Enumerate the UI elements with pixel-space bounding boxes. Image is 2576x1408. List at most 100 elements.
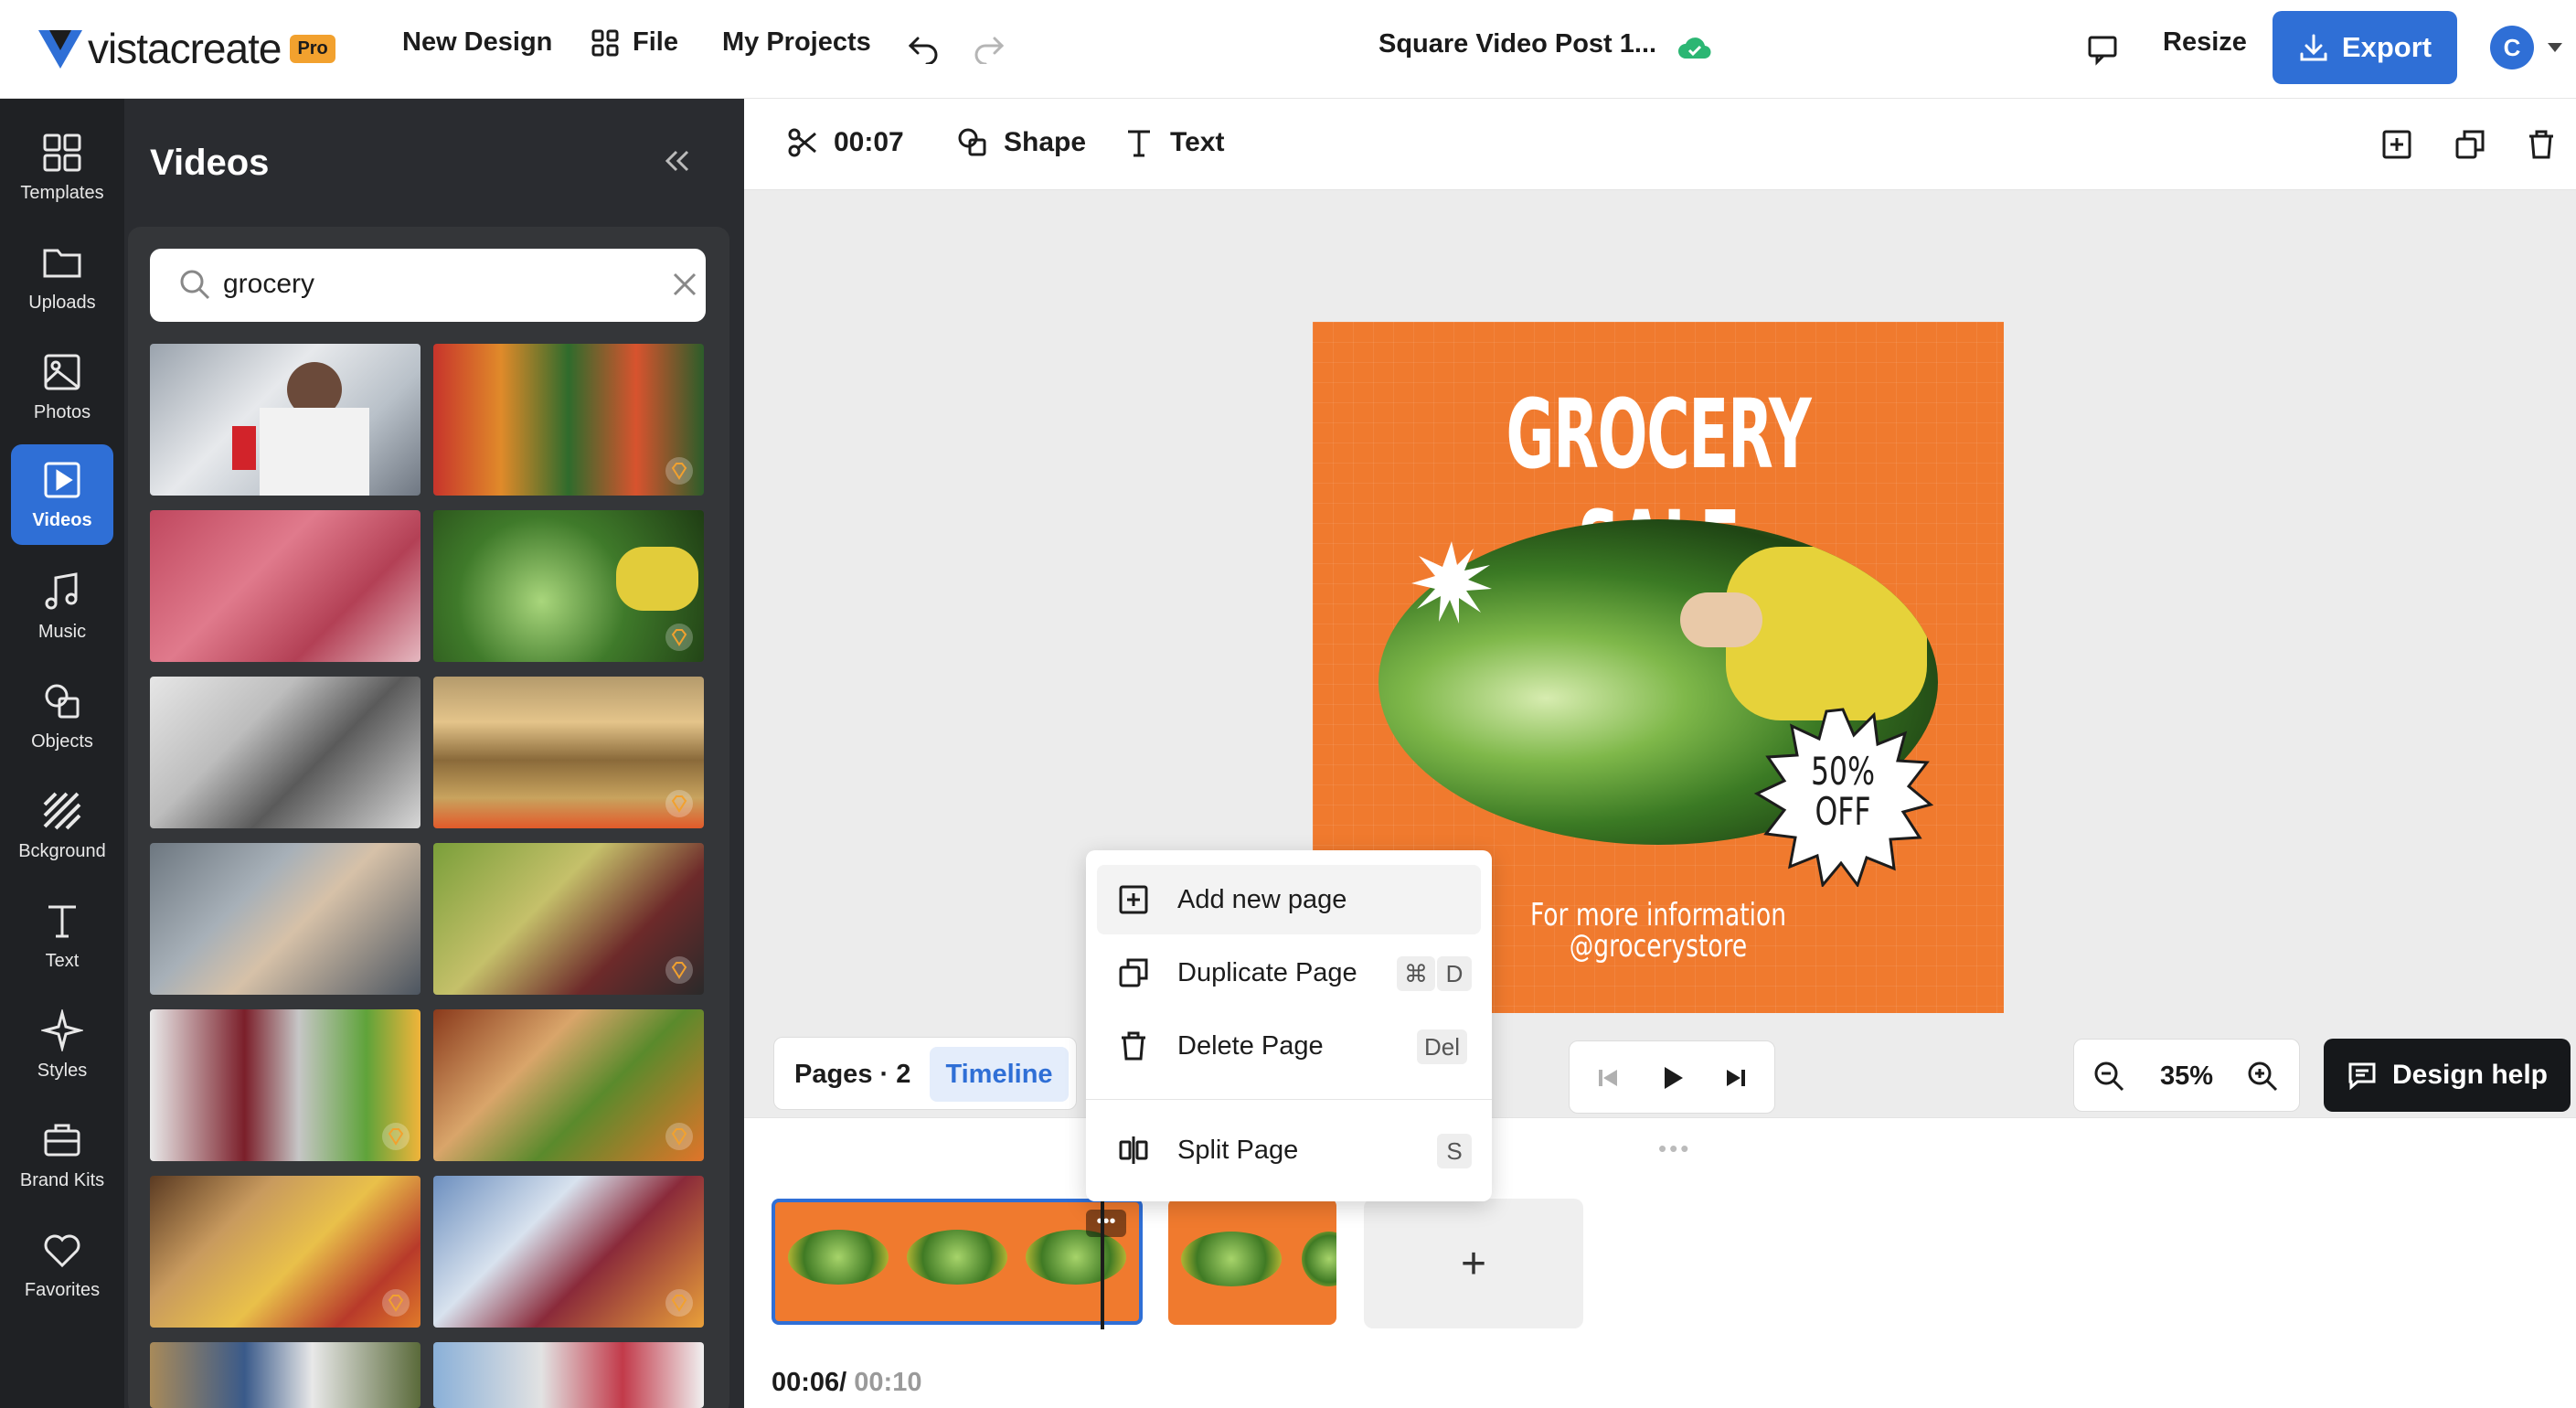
pages-toggle: Pages · 2 Timeline bbox=[773, 1037, 1077, 1110]
export-button[interactable]: Export bbox=[2273, 11, 2457, 84]
pages-tab[interactable]: Pages · 2 bbox=[794, 1060, 910, 1090]
new-design-menu[interactable]: New Design bbox=[402, 27, 552, 58]
my-projects-menu[interactable]: My Projects bbox=[722, 27, 871, 58]
trim-button[interactable]: 00:07 bbox=[786, 126, 904, 159]
play-icon[interactable] bbox=[1655, 1061, 1688, 1094]
video-thumbnail[interactable] bbox=[433, 344, 704, 496]
menu-duplicate-page[interactable]: Duplicate Page ⌘ D bbox=[1097, 938, 1481, 1008]
shape-button[interactable]: Shape bbox=[956, 126, 1086, 159]
rail-item-templates[interactable]: Templates bbox=[11, 117, 113, 218]
rail-label: Music bbox=[37, 621, 87, 642]
document-title[interactable]: Square Video Post 1... bbox=[1378, 29, 1656, 59]
add-page-icon bbox=[1119, 885, 1148, 914]
timeline-panel: ••• ••• + bbox=[744, 1117, 2576, 1408]
video-thumbnail[interactable] bbox=[433, 510, 704, 662]
add-page-icon[interactable] bbox=[2380, 128, 2413, 161]
rail-label: Templates bbox=[20, 182, 104, 203]
timeline-clip-2[interactable] bbox=[1168, 1199, 1336, 1325]
menu-label: Duplicate Page bbox=[1177, 957, 1357, 987]
video-thumbnail[interactable] bbox=[150, 344, 420, 496]
heart-icon bbox=[44, 1234, 80, 1267]
video-thumbnail[interactable] bbox=[150, 1009, 420, 1161]
video-thumbnail[interactable] bbox=[150, 677, 420, 828]
rail-label: Styles bbox=[37, 1060, 88, 1081]
duplicate-icon[interactable] bbox=[2454, 128, 2486, 161]
zoom-out-icon[interactable] bbox=[2092, 1060, 2125, 1093]
design-help-button[interactable]: Design help bbox=[2324, 1039, 2571, 1112]
comment-icon[interactable] bbox=[2086, 33, 2119, 66]
rail-item-text[interactable]: Text bbox=[11, 885, 113, 986]
menu-delete-page[interactable]: Delete Page Del bbox=[1097, 1011, 1481, 1081]
resize-handle[interactable]: ••• bbox=[1658, 1135, 1691, 1163]
chat-icon bbox=[2348, 1062, 2376, 1091]
zoom-level[interactable]: 35% bbox=[2160, 1061, 2213, 1092]
clip-frame bbox=[907, 1230, 1007, 1285]
skip-back-icon[interactable] bbox=[1591, 1061, 1624, 1094]
shortcut-key: ⌘ bbox=[1397, 956, 1435, 991]
file-label: File bbox=[633, 27, 678, 57]
rail-label: Brand Kits bbox=[19, 1169, 105, 1190]
video-thumbnail[interactable] bbox=[433, 677, 704, 828]
menu-split-page[interactable]: Split Page S bbox=[1097, 1115, 1481, 1185]
shortcut-key: D bbox=[1437, 956, 1472, 991]
download-icon bbox=[2300, 34, 2327, 61]
rail-label: Photos bbox=[33, 401, 91, 422]
premium-icon bbox=[665, 1123, 693, 1150]
chevron-down-icon[interactable] bbox=[2547, 42, 2563, 53]
rail-item-favorites[interactable]: Favorites bbox=[11, 1214, 113, 1315]
text-button[interactable]: Text bbox=[1123, 126, 1224, 159]
folder-icon bbox=[43, 249, 81, 277]
trash-icon[interactable] bbox=[2525, 128, 2558, 161]
rail-item-music[interactable]: Music bbox=[11, 556, 113, 656]
timeline-tab[interactable]: Timeline bbox=[930, 1047, 1069, 1102]
top-bar: vistacreate Pro New Design File My Proje… bbox=[0, 0, 2576, 99]
sparkle-icon bbox=[41, 1008, 83, 1051]
zoom-in-icon[interactable] bbox=[2246, 1060, 2279, 1093]
resize-button[interactable]: Resize bbox=[2163, 27, 2247, 58]
templates-icon bbox=[43, 133, 81, 171]
add-page-button[interactable]: + bbox=[1364, 1199, 1583, 1328]
design-help-label: Design help bbox=[2391, 1060, 2549, 1090]
text-icon bbox=[1128, 130, 1150, 157]
video-thumbnail[interactable] bbox=[433, 1176, 704, 1328]
premium-icon bbox=[665, 790, 693, 817]
briefcase-icon bbox=[44, 1124, 80, 1156]
rail-item-videos[interactable]: Videos bbox=[11, 444, 113, 545]
playhead[interactable] bbox=[1101, 1198, 1104, 1329]
left-rail: Templates Uploads Photos Videos Music Ob… bbox=[0, 99, 124, 1408]
rail-item-objects[interactable]: Objects bbox=[11, 666, 113, 766]
rail-item-photos[interactable]: Photos bbox=[11, 336, 113, 437]
clip-frame bbox=[788, 1230, 889, 1285]
skip-forward-icon[interactable] bbox=[1719, 1061, 1752, 1094]
video-thumbnail[interactable] bbox=[433, 1342, 704, 1408]
clip-more-icon[interactable]: ••• bbox=[1086, 1210, 1126, 1237]
redo-icon[interactable] bbox=[973, 31, 1006, 64]
total-time: 00:10 bbox=[854, 1368, 922, 1397]
video-thumbnail[interactable] bbox=[150, 843, 420, 995]
rail-item-background[interactable]: Bckground bbox=[11, 775, 113, 876]
videos-panel: Videos grocery bbox=[124, 99, 744, 1408]
logo-text: vistacreate bbox=[88, 25, 282, 72]
timeline-clip-1[interactable]: ••• bbox=[772, 1199, 1143, 1325]
collapse-panel-icon[interactable] bbox=[660, 144, 693, 177]
rail-item-brand-kits[interactable]: Brand Kits bbox=[11, 1104, 113, 1205]
text-label: Text bbox=[1170, 127, 1225, 157]
video-thumbnail[interactable] bbox=[150, 510, 420, 662]
trash-icon bbox=[1122, 1031, 1145, 1061]
trim-time: 00:07 bbox=[834, 127, 904, 157]
rail-item-styles[interactable]: Styles bbox=[11, 995, 113, 1095]
rail-item-uploads[interactable]: Uploads bbox=[11, 227, 113, 327]
vistacreate-logo[interactable]: vistacreate Pro bbox=[37, 24, 335, 73]
video-thumbnail[interactable] bbox=[433, 843, 704, 995]
undo-icon[interactable] bbox=[907, 31, 940, 64]
menu-add-new-page[interactable]: Add new page bbox=[1097, 865, 1481, 934]
avatar[interactable]: C bbox=[2490, 26, 2534, 69]
premium-icon bbox=[665, 1289, 693, 1317]
clear-search-icon[interactable] bbox=[669, 269, 700, 300]
search-icon bbox=[180, 270, 210, 300]
search-input[interactable]: grocery bbox=[150, 249, 706, 322]
video-thumbnail[interactable] bbox=[150, 1176, 420, 1328]
video-thumbnail[interactable] bbox=[150, 1342, 420, 1408]
file-menu[interactable]: File bbox=[591, 27, 678, 58]
video-thumbnail[interactable] bbox=[433, 1009, 704, 1161]
